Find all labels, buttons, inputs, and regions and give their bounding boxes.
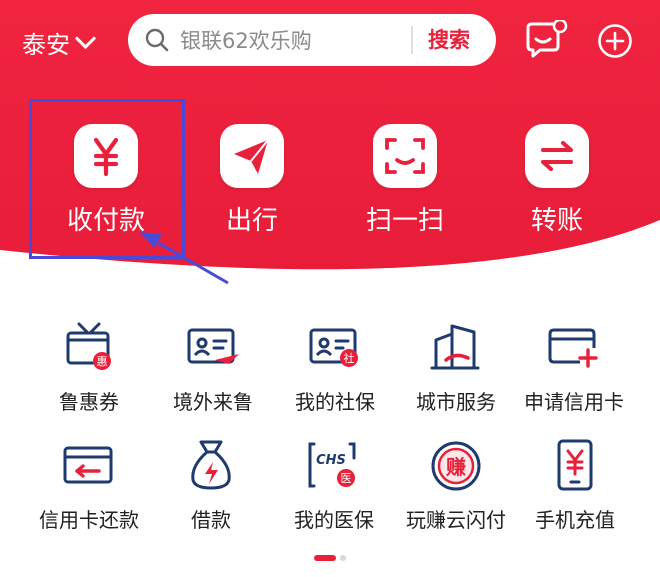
quick-action-label: 出行 xyxy=(225,206,278,236)
service-earn-quickpass[interactable]: 赚 玩赚云闪付 xyxy=(393,436,519,533)
service-inbound-travel[interactable]: 境外来鲁 xyxy=(150,318,276,415)
service-label: 信用卡还款 xyxy=(39,508,139,532)
chs-medical-icon: CHS 医 xyxy=(308,442,356,488)
city-building-icon xyxy=(430,324,480,370)
add-icon[interactable] xyxy=(597,23,633,59)
page-dot xyxy=(340,555,346,561)
quick-action-transfer[interactable]: 转账 xyxy=(497,124,617,237)
city-name: 泰安 xyxy=(22,30,70,59)
service-label: 鲁惠券 xyxy=(59,390,119,414)
quick-action-travel[interactable]: 出行 xyxy=(192,124,312,237)
service-label: 玩赚云闪付 xyxy=(406,508,506,532)
chevron-down-icon xyxy=(74,27,97,49)
id-card-social-icon: 社 xyxy=(309,328,358,367)
phone-yen-icon xyxy=(557,439,593,491)
scan-tile xyxy=(373,124,437,188)
medical-badge: 医 xyxy=(341,472,352,485)
search-button[interactable]: 搜索 xyxy=(428,22,470,58)
service-loan[interactable]: 借款 xyxy=(148,436,274,533)
message-icon[interactable] xyxy=(524,20,568,60)
money-bag-icon xyxy=(191,440,231,490)
yen-icon xyxy=(93,137,119,177)
scan-icon xyxy=(385,138,425,174)
id-card-plane-icon xyxy=(187,328,239,364)
earn-badge: 赚 xyxy=(445,455,466,479)
pay-receive-tile xyxy=(74,124,138,188)
service-coupon[interactable]: 惠 鲁惠券 xyxy=(26,318,152,415)
service-phone-recharge[interactable]: 手机充值 xyxy=(512,436,638,533)
coupon-badge: 惠 xyxy=(97,354,108,368)
quick-action-scan[interactable]: 扫一扫 xyxy=(345,124,465,237)
quick-action-label: 转账 xyxy=(530,206,583,236)
transfer-icon xyxy=(541,141,573,171)
quick-action-label: 收付款 xyxy=(66,206,145,236)
service-label: 手机充值 xyxy=(535,508,615,532)
service-city[interactable]: 城市服务 xyxy=(393,318,519,415)
service-credit-card-repay[interactable]: 信用卡还款 xyxy=(26,436,152,533)
service-label: 我的医保 xyxy=(294,508,374,532)
service-label: 城市服务 xyxy=(416,390,496,414)
earn-coin-icon: 赚 xyxy=(431,441,481,491)
card-plus-icon xyxy=(548,328,598,368)
service-label: 我的社保 xyxy=(295,390,375,414)
service-apply-credit-card[interactable]: 申请信用卡 xyxy=(511,318,637,415)
quick-action-pay-receive[interactable]: 收付款 xyxy=(46,124,166,237)
quick-action-label: 扫一扫 xyxy=(365,206,444,236)
paper-plane-icon xyxy=(234,139,269,174)
service-label: 境外来鲁 xyxy=(173,390,253,414)
social-badge: 社 xyxy=(344,351,355,365)
coupon-tv-icon: 惠 xyxy=(66,322,111,370)
travel-tile xyxy=(220,124,284,188)
transfer-tile xyxy=(525,124,589,188)
city-selector[interactable]: 泰安 xyxy=(22,24,97,60)
search-divider xyxy=(411,26,413,54)
service-label: 申请信用卡 xyxy=(524,390,624,414)
chs-code: CHS xyxy=(316,453,346,468)
service-medical-insurance[interactable]: CHS 医 我的医保 xyxy=(271,436,397,533)
search-icon xyxy=(145,28,169,52)
search-bar[interactable]: 搜索 xyxy=(128,14,496,66)
service-label: 借款 xyxy=(191,508,231,532)
page-dot-active xyxy=(314,555,336,561)
card-return-icon xyxy=(63,446,113,484)
service-social-security[interactable]: 社 我的社保 xyxy=(272,318,398,415)
